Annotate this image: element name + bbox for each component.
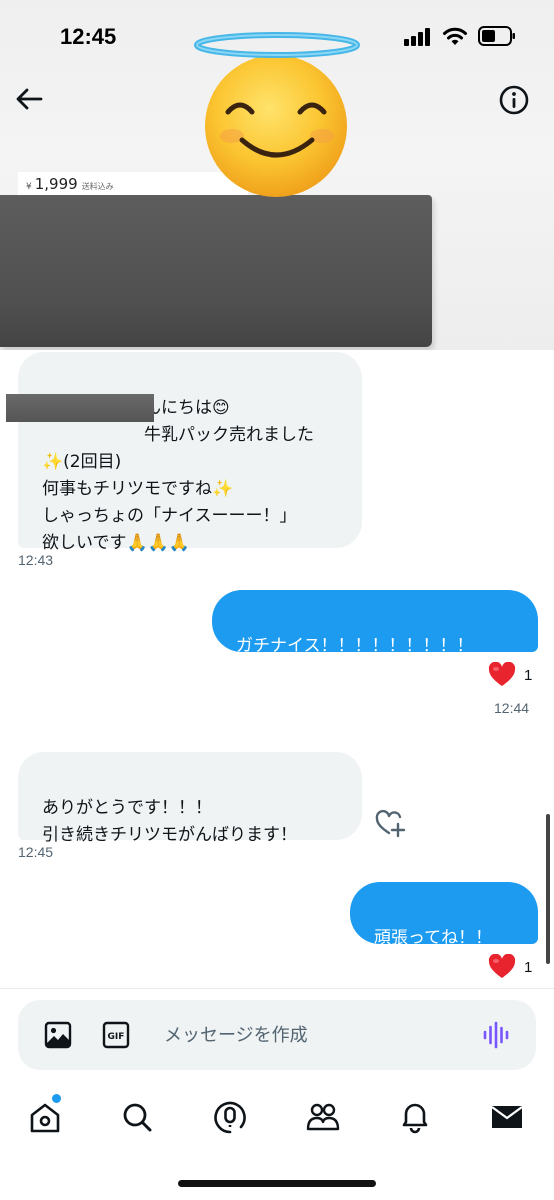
image-icon[interactable] [44, 1021, 72, 1049]
message-timestamp: 12:45 [18, 844, 54, 860]
message-timestamp: 12:44 [494, 700, 530, 716]
home-indicator[interactable] [178, 1180, 376, 1187]
info-icon[interactable] [498, 84, 530, 116]
message-reaction[interactable]: 1 [488, 662, 532, 688]
wifi-icon [443, 27, 467, 45]
messages-icon[interactable] [490, 1100, 524, 1134]
redacted-product-image [0, 195, 432, 347]
gif-icon[interactable]: GIF [102, 1021, 130, 1049]
message-timestamp: 12:43 [18, 552, 54, 568]
status-time: 12:45 [60, 24, 117, 49]
halo-smile-emoji-icon [194, 32, 360, 197]
message-input[interactable] [164, 1020, 464, 1050]
currency-symbol: ¥ [26, 182, 32, 192]
shipping-label: 送料込み [81, 182, 114, 191]
scrollbar[interactable] [546, 814, 550, 964]
back-arrow-icon[interactable] [14, 84, 44, 114]
cellular-signal-icon [404, 28, 434, 46]
heart-reaction-icon [488, 662, 516, 686]
message-bubble-outgoing[interactable]: 頑張ってね！！ [350, 882, 538, 948]
reaction-count: 1 [524, 958, 533, 976]
home-icon[interactable] [28, 1100, 62, 1134]
voice-icon[interactable] [482, 1021, 512, 1049]
gif-label: GIF [108, 1032, 125, 1042]
composer-divider [0, 988, 554, 989]
message-bubble-outgoing[interactable]: ガチナイス！！！！！！！！！ [212, 590, 538, 656]
message-text: ガチナイス！！！！！！！！！ [236, 636, 474, 656]
redacted-text [6, 394, 154, 422]
heart-reaction-icon [488, 954, 516, 978]
notifications-icon[interactable] [398, 1100, 432, 1134]
bottom-navigation [0, 1090, 554, 1150]
battery-icon [478, 26, 515, 46]
message-reaction[interactable]: 1 [488, 954, 532, 980]
search-icon[interactable] [120, 1100, 154, 1134]
price-amount: 1,999 [34, 175, 78, 193]
add-reaction-icon[interactable] [374, 808, 406, 838]
communities-icon[interactable] [306, 1100, 340, 1134]
message-composer: GIF [18, 1000, 536, 1070]
reaction-count: 1 [524, 666, 533, 684]
message-text: 頑張ってね！！ [374, 928, 493, 948]
message-bubble-incoming[interactable]: ありがとうです！！！ 引き続きチリツモがんばります！ [18, 752, 362, 845]
home-notification-dot [52, 1094, 61, 1103]
spaces-icon[interactable] [213, 1100, 247, 1134]
message-bubble-incoming[interactable]: しゃっちょこんにちは😊 牛乳パック売れました ✨(2回目) 何事もチリツモですね… [6, 352, 362, 553]
message-text: ありがとうです！！！ 引き続きチリツモがんばります！ [42, 798, 297, 845]
